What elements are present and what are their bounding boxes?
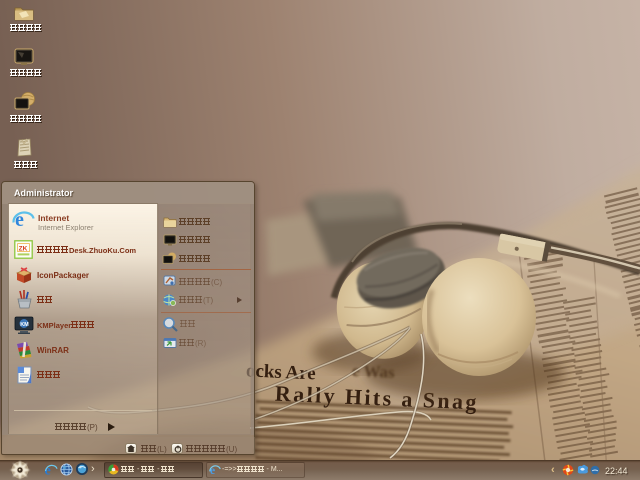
svg-text:ZK: ZK: [19, 245, 28, 252]
svg-text:KM: KM: [20, 322, 29, 328]
